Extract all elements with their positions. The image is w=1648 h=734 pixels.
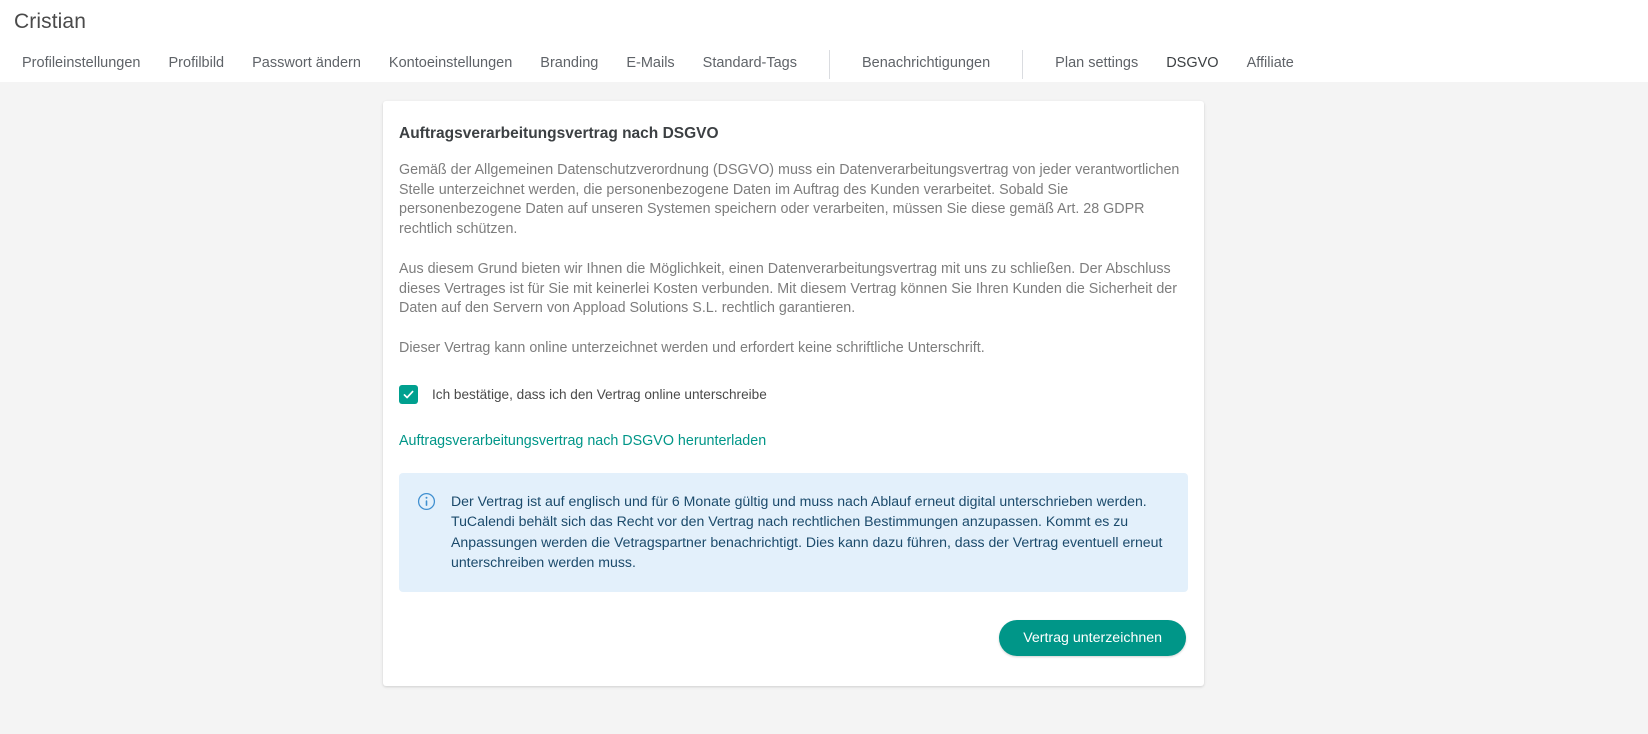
card-title: Auftragsverarbeitungsvertrag nach DSGVO — [399, 125, 719, 142]
tab-emails[interactable]: E-Mails — [612, 44, 688, 85]
tab-kontoeinstellungen[interactable]: Kontoeinstellungen — [375, 44, 526, 85]
agreement-paragraph-2: Aus diesem Grund bieten wir Ihnen die Mö… — [399, 260, 1178, 317]
tab-affiliate[interactable]: Affiliate — [1233, 44, 1308, 85]
tab-profilbild[interactable]: Profilbild — [155, 44, 239, 85]
tab-group-notifications: Benachrichtigungen — [848, 44, 1004, 85]
tab-dsgvo[interactable]: DSGVO — [1152, 44, 1233, 85]
tab-label: Standard-Tags — [702, 55, 797, 71]
agreement-paragraph-1: Gemäß der Allgemeinen Datenschutzverordn… — [399, 162, 1180, 238]
agreement-paragraph-3: Dieser Vertrag kann online unterzeichnet… — [399, 340, 985, 357]
tab-label: Plan settings — [1055, 55, 1139, 71]
tab-label: Passwort ändern — [252, 55, 361, 71]
tab-plan-settings[interactable]: Plan settings — [1041, 44, 1152, 85]
tab-label: DSGVO — [1166, 55, 1219, 71]
tab-label: Branding — [540, 55, 599, 71]
download-agreement-link[interactable]: Auftragsverarbeitungsvertrag nach DSGVO … — [399, 433, 766, 449]
tab-benachrichtigungen[interactable]: Benachrichtigungen — [848, 44, 1004, 85]
confirm-signature-label[interactable]: Ich bestätige, dass ich den Vertrag onli… — [432, 387, 767, 402]
tab-group-divider-2 — [1022, 50, 1024, 79]
tab-standard-tags[interactable]: Standard-Tags — [689, 44, 811, 85]
content-area: Auftragsverarbeitungsvertrag nach DSGVO … — [0, 82, 1648, 734]
tab-label: Kontoeinstellungen — [388, 55, 513, 71]
tab-label: Profilbild — [168, 55, 225, 71]
info-banner: Der Vertrag ist auf englisch und für 6 M… — [399, 472, 1188, 593]
confirm-signature-row[interactable]: Ich bestätige, dass ich den Vertrag onli… — [399, 384, 1188, 404]
tab-label: Profileinstellungen — [22, 55, 141, 71]
tab-passwort-aendern[interactable]: Passwort ändern — [238, 44, 375, 85]
tab-label: Affiliate — [1246, 55, 1294, 71]
confirm-signature-checkbox[interactable] — [399, 384, 418, 404]
tab-group-divider-1 — [828, 50, 830, 79]
info-banner-text: Der Vertrag ist auf englisch und für 6 M… — [451, 492, 1163, 571]
check-icon — [403, 390, 414, 399]
info-circle-icon — [417, 492, 436, 511]
tab-label: E-Mails — [626, 55, 675, 71]
sign-contract-button[interactable]: Vertrag unterzeichnen — [999, 620, 1186, 657]
settings-tab-bar: Profileinstellungen Profilbild Passwort … — [0, 44, 1648, 86]
tab-profileinstellungen[interactable]: Profileinstellungen — [8, 44, 155, 85]
dsgvo-agreement-card: Auftragsverarbeitungsvertrag nach DSGVO … — [383, 101, 1204, 687]
page-title: Cristian — [14, 10, 86, 33]
tab-group-account: Plan settings DSGVO Affiliate — [1041, 44, 1308, 85]
tab-branding[interactable]: Branding — [526, 44, 612, 85]
tab-group-profile: Profileinstellungen Profilbild Passwort … — [8, 44, 811, 85]
tab-label: Benachrichtigungen — [861, 55, 991, 71]
card-footer: Vertrag unterzeichnen — [399, 620, 1188, 657]
